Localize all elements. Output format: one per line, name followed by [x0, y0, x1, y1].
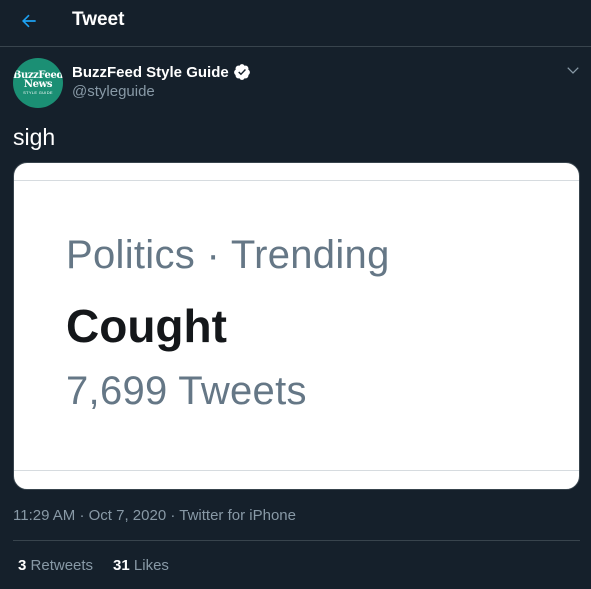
- meta-separator: ·: [79, 507, 85, 524]
- retweets-count: 3: [18, 557, 27, 574]
- retweets-stat[interactable]: 3 Retweets: [18, 557, 93, 574]
- back-arrow-icon: [22, 14, 36, 28]
- media-trend-title: Cought: [66, 300, 227, 352]
- tweet-date[interactable]: Oct 7, 2020: [89, 507, 167, 524]
- likes-label: Likes: [133, 557, 169, 574]
- page-title: Tweet: [72, 9, 125, 30]
- likes-stat[interactable]: 31 Likes: [113, 557, 169, 574]
- media-trend-context: Politics · Trending: [66, 233, 390, 277]
- media-divider-top: [14, 180, 579, 181]
- avatar[interactable]: BuzzFeed News STYLE GUIDE: [13, 58, 63, 108]
- tweet-media-image[interactable]: Politics · Trending Cought 7,699 Tweets: [13, 162, 580, 490]
- likes-count: 31: [113, 557, 130, 574]
- avatar-line3: STYLE GUIDE: [23, 90, 53, 95]
- author-name-text: BuzzFeed Style Guide: [72, 63, 229, 81]
- more-options-button[interactable]: [563, 60, 583, 80]
- tweet-header: Tweet: [0, 0, 591, 47]
- verified-badge-icon: [233, 64, 250, 80]
- media-trend-count: 7,699 Tweets: [66, 369, 307, 413]
- back-button[interactable]: [13, 6, 45, 36]
- tweet-text: sigh: [13, 124, 56, 150]
- tweet-source[interactable]: Twitter for iPhone: [179, 507, 296, 524]
- divider: [13, 540, 580, 541]
- chevron-down-icon: [567, 67, 579, 74]
- media-divider-bottom: [14, 470, 579, 471]
- retweets-label: Retweets: [30, 557, 94, 574]
- tweet-stats: 3 Retweets 31 Likes: [18, 557, 189, 574]
- author-display-name[interactable]: BuzzFeed Style Guide: [72, 63, 251, 81]
- author-handle[interactable]: @styleguide: [72, 83, 155, 100]
- avatar-line2: News: [23, 79, 53, 90]
- meta-separator: ·: [170, 507, 176, 524]
- tweet-meta: 11:29 AM · Oct 7, 2020 · Twitter for iPh…: [13, 507, 296, 524]
- tweet-time[interactable]: 11:29 AM: [13, 507, 75, 524]
